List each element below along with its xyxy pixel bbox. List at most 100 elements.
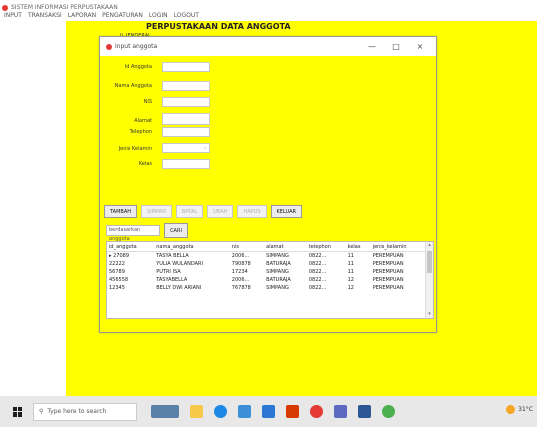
simpan-button[interactable]: SIMPAN — [141, 205, 172, 218]
chevron-up-icon[interactable]: ▴ — [426, 242, 433, 249]
telephon-input[interactable] — [162, 127, 210, 137]
window-controls: — □ × — [360, 37, 432, 56]
table-cell: YULIA WULANDARI — [156, 261, 203, 267]
scrollbar-thumb[interactable] — [427, 251, 432, 273]
task-view-icon[interactable] — [151, 405, 179, 418]
table-cell: ▸ 27089 — [107, 252, 154, 261]
table-row[interactable]: 56789 PUTRI ISA 17234 SIMPANG 0822... 11… — [107, 268, 427, 276]
table-cell: 12 — [347, 277, 354, 283]
system-tray[interactable]: 31°C — [506, 405, 533, 414]
label-alamat: Alamat — [134, 118, 152, 124]
table-cell: SIMPANG — [266, 269, 289, 275]
table-cell: 11 — [347, 261, 354, 267]
alamat-input[interactable] — [162, 113, 210, 125]
table-cell: PEREMPUAN — [372, 285, 404, 291]
col-id-anggota[interactable]: id_anggota — [107, 242, 155, 252]
table-cell: 2006... — [231, 253, 250, 259]
tambah-button[interactable]: TAMBAH — [104, 205, 138, 218]
maximize-button[interactable]: □ — [384, 37, 408, 56]
col-jenis-kelamin[interactable]: jenis_kelamin — [370, 242, 427, 252]
page-title: PERPUSTAKAAN DATA ANGGOTA — [146, 22, 291, 31]
table-cell: 22222 — [109, 261, 125, 267]
store-icon[interactable] — [238, 405, 251, 418]
table-cell: 0822... — [308, 253, 327, 259]
table-cell: SIMPANG — [266, 285, 289, 291]
cari-button[interactable]: CARI — [164, 223, 188, 238]
windows-start-icon[interactable] — [13, 406, 23, 417]
table-cell: BELLY DWI ARIANI — [156, 285, 202, 291]
opera-icon[interactable] — [310, 405, 323, 418]
menu-input[interactable]: INPUT — [4, 12, 22, 22]
hapus-button[interactable]: HAPUS — [237, 205, 267, 218]
keluar-button[interactable]: KELUAR — [270, 205, 303, 218]
table-cell: 12345 — [109, 285, 125, 291]
batal-button[interactable]: BATAL — [175, 205, 204, 218]
search-row: berdasarkan anggota CARI — [106, 223, 188, 242]
table-cell: 456558 — [109, 277, 129, 283]
table-cell: 2006... — [231, 277, 250, 283]
table-cell: 0822... — [308, 277, 327, 283]
search-input[interactable]: berdasarkan anggota — [106, 225, 160, 242]
nama-anggota-input[interactable] — [162, 81, 210, 91]
dialog-titlebar[interactable]: input anggota — □ × — [100, 37, 436, 56]
edge-icon[interactable] — [214, 405, 227, 418]
table-cell: PUTRI ISA — [156, 269, 181, 275]
close-button[interactable]: × — [408, 37, 432, 56]
table-cell: 0822... — [308, 285, 327, 291]
windows-taskbar: ⚲ Type here to search 31°C — [0, 396, 537, 427]
anggota-data-grid[interactable]: id_anggota nama_anggota nis alamat telep… — [106, 241, 434, 319]
teams-icon[interactable] — [334, 405, 347, 418]
col-telephon[interactable]: telephon — [306, 242, 346, 252]
id-anggota-input[interactable] — [162, 62, 210, 72]
minimize-button[interactable]: — — [360, 37, 384, 56]
temperature: 31°C — [518, 406, 533, 413]
table-cell: PEREMPUAN — [372, 269, 404, 275]
table-cell: 56789 — [109, 269, 125, 275]
label-nama-anggota: Nama Anggota — [114, 83, 152, 89]
table-cell: 11 — [347, 269, 354, 275]
table-cell: 0822... — [308, 261, 327, 267]
table-cell: 11 — [347, 253, 354, 259]
grid-scrollbar[interactable]: ▴ ▾ — [425, 242, 433, 318]
table-row[interactable]: 456558 TASYABELLA 2006... BATURAJA 0822.… — [107, 276, 427, 284]
table-cell: BATURAJA — [266, 261, 291, 267]
table-cell: 767878 — [231, 285, 251, 291]
input-anggota-dialog: input anggota — □ × Id Anggota Nama Angg… — [99, 36, 437, 333]
jenis-kelamin-select[interactable]: ⌵ — [162, 143, 210, 153]
taskbar-search-box[interactable]: ⚲ Type here to search — [33, 402, 137, 421]
table-row[interactable]: 22222 YULIA WULANDARI 790878 BATURAJA 08… — [107, 260, 427, 268]
kelas-input[interactable] — [162, 159, 210, 169]
table-cell: 0822... — [308, 269, 327, 275]
label-id-anggota: Id Anggota — [124, 64, 152, 70]
table-row[interactable]: 12345 BELLY DWI ARIANI 767878 SIMPANG 08… — [107, 284, 427, 292]
nis-input[interactable] — [162, 97, 210, 107]
action-buttons: TAMBAH SIMPAN BATAL UBAH HAPUS KELUAR — [104, 205, 303, 218]
file-explorer-icon[interactable] — [190, 405, 203, 418]
dialog-title: input anggota — [115, 43, 158, 50]
table-cell: PEREMPUAN — [372, 277, 404, 283]
col-alamat[interactable]: alamat — [264, 242, 307, 252]
chevron-down-icon: ⌵ — [203, 145, 207, 151]
table-cell: SIMPANG — [266, 253, 289, 259]
table-cell: PEREMPUAN — [372, 261, 404, 267]
chevron-down-icon[interactable]: ▾ — [426, 311, 433, 318]
table-cell: BATURAJA — [266, 277, 291, 283]
table-cell: 17234 — [231, 269, 248, 275]
col-kelas[interactable]: kelas — [345, 242, 371, 252]
col-nis[interactable]: nis — [229, 242, 265, 252]
ubah-button[interactable]: UBAH — [207, 205, 234, 218]
label-nis: NIS — [143, 99, 152, 105]
table-row[interactable]: ▸ 27089 TASYA BELLA 2006... SIMPANG 0822… — [107, 252, 427, 261]
mail-icon[interactable] — [262, 405, 275, 418]
search-icon: ⚲ — [39, 408, 44, 415]
word-icon[interactable] — [358, 405, 371, 418]
dialog-app-icon — [106, 43, 112, 50]
app-title: SISTEM INFORMASI PERPUSTAKAAN — [11, 4, 118, 11]
menu-transaksi[interactable]: TRANSAKSI — [28, 12, 62, 22]
table-cell: TASYABELLA — [156, 277, 188, 283]
chrome-icon[interactable] — [382, 405, 395, 418]
table-cell: 12 — [347, 285, 354, 291]
col-nama-anggota[interactable]: nama_anggota — [154, 242, 230, 252]
app-logo-icon — [2, 4, 8, 11]
office-icon[interactable] — [286, 405, 299, 418]
